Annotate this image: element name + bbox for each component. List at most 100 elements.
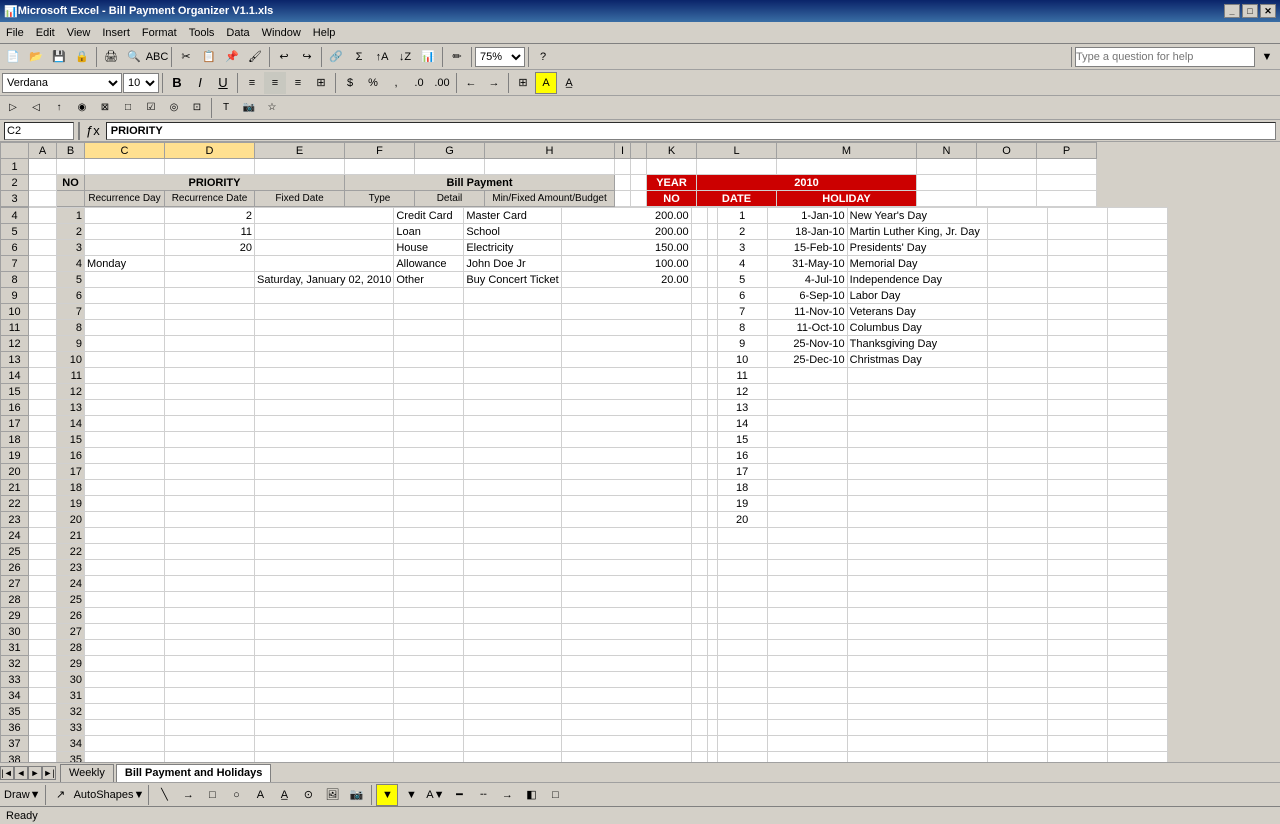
font-size-select[interactable]: 10	[123, 73, 159, 93]
permission-button[interactable]: 🔒	[71, 46, 93, 68]
cell-l7[interactable]: 31-May-10	[767, 256, 847, 272]
cell-2-36[interactable]	[85, 720, 165, 736]
cell-o8[interactable]	[1047, 272, 1107, 288]
cell-n12[interactable]	[987, 336, 1047, 352]
cell-p5[interactable]	[1107, 224, 1167, 240]
cell-c16[interactable]	[85, 400, 165, 416]
line-btn[interactable]: ╲	[153, 784, 175, 806]
cell-11-38[interactable]	[767, 752, 847, 763]
cell-m11[interactable]: Columbus Day	[847, 320, 987, 336]
cell-0-27[interactable]	[29, 576, 57, 592]
cell-l12[interactable]: 25-Nov-10	[767, 336, 847, 352]
cell-12-27[interactable]	[847, 576, 987, 592]
cell-15-34[interactable]	[1107, 688, 1167, 704]
cell-j21[interactable]	[707, 480, 717, 496]
cell-12-34[interactable]	[847, 688, 987, 704]
cell-a21[interactable]	[29, 480, 57, 496]
sort-asc-button[interactable]: ↑A	[371, 46, 393, 68]
cell-5-37[interactable]	[394, 736, 464, 752]
cell-0-32[interactable]	[29, 656, 57, 672]
col-b-header[interactable]: B	[57, 143, 85, 159]
cell-11-27[interactable]	[767, 576, 847, 592]
cell-g15[interactable]	[464, 384, 561, 400]
cell-o23[interactable]	[1047, 512, 1107, 528]
cell-o3[interactable]	[977, 191, 1037, 207]
align-right-button[interactable]: ≡	[287, 72, 309, 94]
cell-o7[interactable]	[1047, 256, 1107, 272]
cell-12-32[interactable]	[847, 656, 987, 672]
cell-2-34[interactable]	[85, 688, 165, 704]
hyperlink-button[interactable]: 🔗	[325, 46, 347, 68]
menu-help[interactable]: Help	[307, 22, 342, 43]
cell-p17[interactable]	[1107, 416, 1167, 432]
cell-5-32[interactable]	[394, 656, 464, 672]
cell-10-31[interactable]	[717, 640, 767, 656]
line-style-btn[interactable]: ━	[448, 784, 470, 806]
cell-j23[interactable]	[707, 512, 717, 528]
cell-13-30[interactable]	[987, 624, 1047, 640]
col-n-header[interactable]: N	[917, 143, 977, 159]
cell-m8[interactable]: Independence Day	[847, 272, 987, 288]
cell-14-31[interactable]	[1047, 640, 1107, 656]
cell-b9[interactable]: 6	[57, 288, 85, 304]
col-h-header[interactable]: H	[485, 143, 615, 159]
cell-o10[interactable]	[1047, 304, 1107, 320]
cell-f21[interactable]	[394, 480, 464, 496]
cell-n23[interactable]	[987, 512, 1047, 528]
cell-e10[interactable]	[255, 304, 394, 320]
cell-o19[interactable]	[1047, 448, 1107, 464]
cell-e1[interactable]	[255, 159, 345, 175]
cell-m4[interactable]: New Year's Day	[847, 208, 987, 224]
cell-k21[interactable]: 18	[717, 480, 767, 496]
cell-0-26[interactable]	[29, 560, 57, 576]
cell-4-33[interactable]	[255, 672, 394, 688]
cell-2-32[interactable]	[85, 656, 165, 672]
cell-b15[interactable]: 12	[57, 384, 85, 400]
cell-5-26[interactable]	[394, 560, 464, 576]
cell-f16[interactable]	[394, 400, 464, 416]
cell-8-25[interactable]	[691, 544, 707, 560]
menu-format[interactable]: Format	[136, 22, 183, 43]
cell-j19[interactable]	[707, 448, 717, 464]
wordart-btn[interactable]: A̲	[273, 784, 295, 806]
cell-f23[interactable]	[394, 512, 464, 528]
cell-o11[interactable]	[1047, 320, 1107, 336]
cell-9-34[interactable]	[707, 688, 717, 704]
cell-e8[interactable]: Saturday, January 02, 2010	[255, 272, 394, 288]
cell-15-37[interactable]	[1107, 736, 1167, 752]
cell-g6[interactable]: Electricity	[464, 240, 561, 256]
arrow-style-btn[interactable]: →	[496, 784, 518, 806]
cell-9-31[interactable]	[707, 640, 717, 656]
cell-m6[interactable]: Presidents' Day	[847, 240, 987, 256]
cell-4-27[interactable]	[255, 576, 394, 592]
cell-7-30[interactable]	[561, 624, 691, 640]
cell-i21[interactable]	[691, 480, 707, 496]
cell-10-38[interactable]	[717, 752, 767, 763]
cell-10-24[interactable]	[717, 528, 767, 544]
cell-13-37[interactable]	[987, 736, 1047, 752]
cell-d1[interactable]	[165, 159, 255, 175]
cell-c12[interactable]	[85, 336, 165, 352]
cell-g4[interactable]: Master Card	[464, 208, 561, 224]
cell-g21[interactable]	[464, 480, 561, 496]
cell-n5[interactable]	[987, 224, 1047, 240]
cell-p6[interactable]	[1107, 240, 1167, 256]
cell-g7[interactable]: John Doe Jr	[464, 256, 561, 272]
cell-3-37[interactable]	[165, 736, 255, 752]
cell-d8[interactable]	[165, 272, 255, 288]
cell-4-38[interactable]	[255, 752, 394, 763]
cell-14-33[interactable]	[1047, 672, 1107, 688]
cell-13-33[interactable]	[987, 672, 1047, 688]
textbox-btn[interactable]: A	[249, 784, 271, 806]
cell-9-28[interactable]	[707, 592, 717, 608]
cell-j5[interactable]	[707, 224, 717, 240]
cell-2-38[interactable]	[85, 752, 165, 763]
cell-d5[interactable]: 11	[165, 224, 255, 240]
cell-e20[interactable]	[255, 464, 394, 480]
cell-11-31[interactable]	[767, 640, 847, 656]
3d-btn[interactable]: □	[544, 784, 566, 806]
cell-m7[interactable]: Memorial Day	[847, 256, 987, 272]
cell-0-31[interactable]	[29, 640, 57, 656]
cell-l9[interactable]: 6-Sep-10	[767, 288, 847, 304]
cell-n3[interactable]	[917, 191, 977, 207]
